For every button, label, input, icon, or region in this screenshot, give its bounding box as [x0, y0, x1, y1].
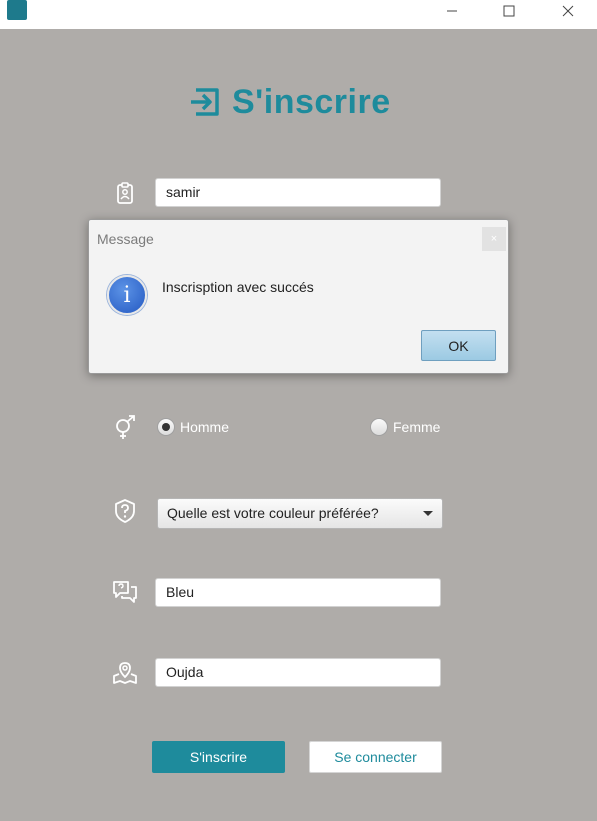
radio-button-selected[interactable] — [157, 418, 175, 436]
radio-label-homme: Homme — [180, 419, 230, 435]
close-window-button[interactable] — [545, 0, 591, 22]
gender-radio-femme[interactable]: Femme — [370, 418, 440, 436]
location-map-icon — [110, 657, 140, 687]
app-logo-icon — [7, 0, 27, 20]
security-question-select[interactable]: Quelle est votre couleur préférée? — [157, 498, 443, 529]
radio-button-unselected[interactable] — [370, 418, 388, 436]
login-button[interactable]: Se connecter — [309, 741, 442, 773]
chat-answer-icon — [110, 577, 140, 607]
question-icon — [110, 496, 140, 526]
ok-button[interactable]: OK — [421, 330, 496, 361]
minimize-icon — [447, 10, 457, 12]
chevron-down-icon — [423, 511, 433, 516]
dialog-title: Message — [97, 231, 154, 247]
maximize-icon — [503, 5, 515, 17]
radio-label-femme: Femme — [393, 419, 441, 435]
minimize-button[interactable] — [429, 0, 475, 22]
close-icon — [562, 5, 574, 17]
info-icon: i — [107, 275, 147, 315]
name-input[interactable]: samir — [155, 178, 441, 207]
dialog-close-button[interactable]: × — [482, 227, 506, 251]
sign-in-icon — [191, 88, 219, 116]
security-question-value: Quelle est votre couleur préférée? — [167, 505, 379, 521]
register-button[interactable]: S'inscrire — [152, 741, 285, 773]
gender-radio-homme[interactable]: Homme — [157, 418, 229, 436]
maximize-button[interactable] — [486, 0, 532, 22]
dialog-message: Inscrisption avec succés — [162, 279, 314, 295]
id-badge-icon — [110, 178, 140, 208]
answer-input[interactable]: Bleu — [155, 578, 441, 607]
message-dialog: Message × i Inscrisption avec succés OK — [88, 219, 509, 374]
page-title: S'inscrire — [232, 82, 391, 121]
city-input[interactable]: Oujda — [155, 658, 441, 687]
page-header: S'inscrire — [188, 82, 391, 122]
window-titlebar — [0, 0, 597, 29]
gender-icon — [110, 413, 140, 443]
